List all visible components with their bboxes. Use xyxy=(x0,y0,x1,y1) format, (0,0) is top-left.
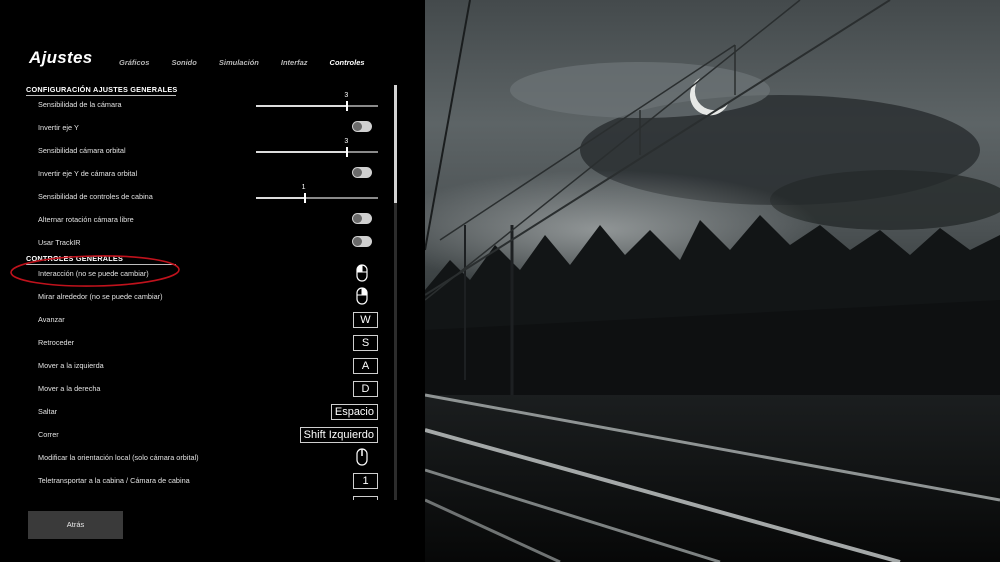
settings-panel: Ajustes Gráficos Sonido Simulación Inter… xyxy=(0,0,425,562)
keybind-move-forward[interactable]: W xyxy=(353,312,378,328)
tab-sonido[interactable]: Sonido xyxy=(171,58,196,67)
control-label: Modificar la orientación local (solo cám… xyxy=(38,453,199,462)
control-move-left: Mover a la izquierda A xyxy=(38,358,378,374)
slider-value: 3 xyxy=(344,138,349,145)
slider-fill xyxy=(256,151,347,153)
control-label: Mover a la izquierda xyxy=(38,361,104,370)
slider-thumb[interactable] xyxy=(346,147,349,157)
setting-orbital-sensitivity: Sensibilidad cámara orbital 3 xyxy=(38,138,378,159)
trackir-toggle[interactable] xyxy=(352,236,372,247)
slider-thumb[interactable] xyxy=(303,193,306,203)
invert-y-toggle[interactable] xyxy=(352,121,372,132)
setting-trackir: Usar TrackIR xyxy=(38,235,378,251)
control-jump: Saltar Espacio xyxy=(38,404,378,420)
toggle-knob xyxy=(353,168,362,177)
setting-label: Sensibilidad de controles de cabina xyxy=(38,192,153,201)
control-label: Mover a la derecha xyxy=(38,384,101,393)
toggle-knob xyxy=(353,237,362,246)
mouse-left-click-icon xyxy=(356,264,368,282)
orbital-sensitivity-slider[interactable]: 3 xyxy=(256,138,378,157)
control-label: Teletransportar a la cabina / Cámara de … xyxy=(38,476,190,485)
camera-sensitivity-slider[interactable]: 3 xyxy=(256,92,378,111)
setting-label: Sensibilidad de la cámara xyxy=(38,100,122,109)
mouse-middle-click-icon xyxy=(356,448,368,466)
scrollbar-thumb[interactable] xyxy=(394,85,397,203)
free-camera-rotation-toggle[interactable] xyxy=(352,213,372,224)
control-move-right: Mover a la derecha D xyxy=(38,381,378,397)
control-label: Retroceder xyxy=(38,338,75,347)
control-next-row-partial xyxy=(38,496,378,500)
setting-label: Sensibilidad cámara orbital xyxy=(38,146,126,155)
control-move-back: Retroceder S xyxy=(38,335,378,351)
setting-cab-controls-sensitivity: Sensibilidad de controles de cabina 1 xyxy=(38,184,378,205)
slider-value: 3 xyxy=(344,92,349,99)
settings-scrollbar[interactable] xyxy=(394,85,397,500)
toggle-knob xyxy=(353,122,362,131)
setting-free-camera-rotation: Alternar rotación cámara libre xyxy=(38,212,378,228)
control-label: Avanzar xyxy=(38,315,65,324)
keybind-move-left[interactable]: A xyxy=(353,358,378,374)
control-local-orientation: Modificar la orientación local (solo cám… xyxy=(38,448,378,466)
keybind-move-right[interactable]: D xyxy=(353,381,378,397)
highlight-ellipse-annotation xyxy=(10,255,180,287)
keybind-run[interactable]: Shift Izquierdo xyxy=(299,427,378,443)
slider-fill xyxy=(256,197,304,199)
settings-list[interactable]: CONFIGURACIÓN AJUSTES GENERALES Sensibil… xyxy=(0,80,425,500)
slider-fill xyxy=(256,105,347,107)
keybind-partial[interactable] xyxy=(353,496,378,500)
tab-interfaz[interactable]: Interfaz xyxy=(281,58,308,67)
setting-label: Alternar rotación cámara libre xyxy=(38,215,134,224)
toggle-knob xyxy=(353,214,362,223)
tab-controles[interactable]: Controles xyxy=(330,58,365,67)
control-look-around: Mirar alrededor (no se puede cambiar) xyxy=(38,287,378,305)
keybind-jump[interactable]: Espacio xyxy=(330,404,378,420)
page-title: Ajustes xyxy=(29,48,93,67)
cab-controls-sensitivity-slider[interactable]: 1 xyxy=(256,184,378,203)
section-general-settings: CONFIGURACIÓN AJUSTES GENERALES xyxy=(26,85,178,96)
setting-label: Usar TrackIR xyxy=(38,238,81,247)
mouse-right-click-icon xyxy=(356,287,368,305)
setting-camera-sensitivity: Sensibilidad de la cámara 3 xyxy=(38,92,378,113)
setting-label: Invertir eje Y de cámara orbital xyxy=(38,169,138,178)
control-label: Mirar alrededor (no se puede cambiar) xyxy=(38,292,163,301)
keybind-teleport-cab[interactable]: 1 xyxy=(353,473,378,489)
control-label: Correr xyxy=(38,430,59,439)
slider-value: 1 xyxy=(301,184,306,191)
control-run: Correr Shift Izquierdo xyxy=(38,427,378,443)
control-label: Saltar xyxy=(38,407,58,416)
setting-invert-y-orbital: Invertir eje Y de cámara orbital xyxy=(38,166,378,182)
setting-invert-y: Invertir eje Y xyxy=(38,120,378,136)
control-move-forward: Avanzar W xyxy=(38,312,378,328)
slider-thumb[interactable] xyxy=(346,101,349,111)
settings-tabs: Gráficos Sonido Simulación Interfaz Cont… xyxy=(119,58,387,67)
tab-graficos[interactable]: Gráficos xyxy=(119,58,149,67)
keybind-move-back[interactable]: S xyxy=(353,335,378,351)
setting-label: Invertir eje Y xyxy=(38,123,79,132)
back-button[interactable]: Atrás xyxy=(28,511,123,539)
tab-simulacion[interactable]: Simulación xyxy=(219,58,259,67)
control-teleport-cab: Teletransportar a la cabina / Cámara de … xyxy=(38,473,378,489)
invert-y-orbital-toggle[interactable] xyxy=(352,167,372,178)
